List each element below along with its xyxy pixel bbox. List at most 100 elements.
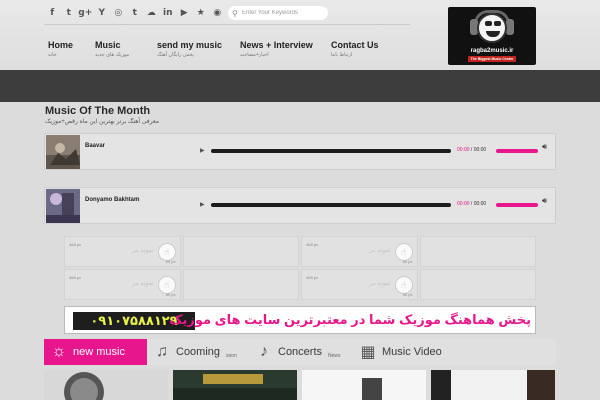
nav-item-sub: ارتباط باما — [331, 52, 353, 58]
volume-bar[interactable] — [496, 203, 538, 207]
search-box: ⚲ — [228, 6, 328, 20]
music-note-icon: ♪ — [260, 343, 268, 360]
sun-icon: ☼ — [51, 343, 67, 360]
ad-size-height: 468 px — [69, 275, 82, 280]
nav-item-music[interactable]: Music موزیک های جدید — [95, 40, 157, 58]
ad-size-width: 60 px — [402, 292, 413, 297]
logo-eye-left — [485, 21, 492, 26]
facebook-icon[interactable]: f — [44, 6, 61, 20]
logo-eye-right — [494, 21, 501, 26]
music-thumbnail[interactable] — [173, 370, 297, 400]
track-title: Baavar — [85, 143, 106, 149]
ad-placeholder[interactable] — [182, 269, 299, 300]
music-thumbnail[interactable] — [44, 370, 168, 400]
track-time: 00:00 / 00:00 — [457, 201, 486, 207]
ad-placeholder[interactable] — [419, 236, 536, 267]
promo-banner[interactable]: ۰۹۱۰۷۵۸۸۱۲۹ پخش هماهنگ موزیک شما در معتب… — [64, 306, 536, 334]
yahoo-icon[interactable]: Y — [94, 6, 111, 20]
play-icon[interactable]: ▶ — [200, 201, 205, 208]
nav-item-sub: اخبار+مصاحبه — [240, 52, 269, 58]
track-thumbnail — [46, 135, 80, 169]
section-subtitle: معرفی آهنگ برتر بهترین این ماه رقص+موزیک — [45, 119, 160, 125]
tab-label: Music Video — [382, 346, 442, 358]
nav-item-sub: خانه — [48, 52, 57, 58]
instagram-icon[interactable]: ◎ — [110, 6, 127, 20]
rss-icon[interactable]: ◉ — [209, 6, 226, 20]
tumblr-icon[interactable]: t — [127, 6, 144, 20]
time-current: 00:00 — [457, 147, 470, 153]
logo-tagline: The Biggest Music Center — [468, 56, 516, 62]
header-divider — [44, 24, 410, 25]
music-tabs: ☼ new music ♫ Cooming soon ♪ Concerts Ne… — [44, 339, 556, 365]
tab-label: Concerts — [278, 346, 323, 358]
google-plus-icon[interactable]: g+ — [77, 6, 94, 20]
track-thumbnail — [46, 189, 80, 223]
twitter-icon[interactable]: t — [61, 6, 78, 20]
time-total: 00:00 — [473, 147, 487, 153]
youtube-icon[interactable]: ▶ — [176, 6, 193, 20]
section-title: Music Of The Month — [45, 105, 151, 117]
ad-text: نمونه بنر — [368, 248, 391, 254]
ad-size-height: 468 px — [69, 242, 82, 247]
nav-item-news-interview[interactable]: News + Interview اخبار+مصاحبه — [240, 40, 331, 58]
soundcloud-icon[interactable]: ☁ — [143, 6, 160, 20]
audio-player: Donyamo Bakhtam ▶ 00:00 / 00:00 🔊︎ — [44, 187, 556, 224]
main-nav: Home خانه Music موزیک های جدید send my m… — [48, 40, 391, 58]
ad-size-width: 60 px — [165, 259, 176, 264]
volume-bar[interactable] — [496, 149, 538, 153]
nav-item-contact-us[interactable]: Contact Us ارتباط باما — [331, 40, 391, 58]
play-icon[interactable]: ▶ — [200, 147, 205, 154]
star-icon[interactable]: ★ — [193, 6, 210, 20]
ad-text: نمونه بنر — [131, 248, 154, 254]
promo-message: پخش هماهنگ موزیک شما در معتبرترین سایت ه… — [169, 312, 531, 327]
linkedin-icon[interactable]: in — [160, 6, 177, 20]
progress-bar[interactable] — [211, 203, 451, 207]
ad-size-height: 468 px — [306, 242, 319, 247]
audio-player: Baavar ▶ 00:00 / 00:00 🔊︎ — [44, 133, 556, 170]
search-icon[interactable]: ⚲ — [232, 9, 242, 18]
tab-cooming-soon[interactable]: ♫ Cooming soon — [147, 339, 249, 365]
social-icons-bar: f t g+ Y ◎ t ☁ in ▶ ★ ◉ — [44, 6, 226, 20]
nav-item-label: send my music — [157, 40, 223, 50]
time-total: 00:00 — [473, 201, 487, 207]
nav-item-send-my-music[interactable]: send my music پخش رایگان آهنگ — [157, 40, 240, 58]
tab-music-video[interactable]: ▦ Music Video — [353, 339, 448, 365]
ad-size-width: 60 px — [165, 292, 176, 297]
ad-placeholder[interactable]: 468 px نمونه بنر ☝ 60 px — [301, 269, 418, 300]
tab-new-music[interactable]: ☼ new music — [44, 339, 147, 365]
site-logo[interactable]: ragba2music.ir The Biggest Music Center — [448, 7, 536, 65]
nav-item-sub: پخش رایگان آهنگ — [157, 52, 194, 58]
ad-placeholder[interactable]: 468 px نمونه بنر ☝ 60 px — [64, 269, 181, 300]
progress-bar[interactable] — [211, 149, 451, 153]
nav-item-label: Contact Us — [331, 40, 379, 50]
ad-banner-grid: 468 px نمونه بنر ☝ 60 px 468 px نمونه بن… — [64, 236, 536, 300]
music-thumbnail[interactable] — [302, 370, 426, 400]
logo-face — [477, 13, 507, 43]
ad-placeholder[interactable]: 468 px نمونه بنر ☝ 60 px — [301, 236, 418, 267]
ad-size-width: 60 px — [402, 259, 413, 264]
nav-item-label: Home — [48, 40, 74, 50]
music-thumbnail[interactable] — [431, 370, 555, 400]
tab-concerts-news[interactable]: ♪ Concerts News — [249, 339, 353, 365]
headphone-right — [506, 19, 514, 35]
ad-text: نمونه بنر — [368, 281, 391, 287]
film-icon: ▦ — [360, 344, 376, 361]
ad-text: نمونه بنر — [131, 281, 154, 287]
ad-placeholder[interactable] — [419, 269, 536, 300]
tab-label: new music — [73, 346, 125, 358]
volume-icon[interactable]: 🔊︎ — [542, 196, 547, 206]
track-title: Donyamo Bakhtam — [85, 197, 140, 203]
tab-label: Cooming — [176, 346, 221, 358]
volume-icon[interactable]: 🔊︎ — [542, 142, 547, 152]
search-input[interactable] — [242, 10, 326, 16]
logo-site-name: ragba2music.ir — [470, 48, 514, 54]
time-current: 00:00 — [457, 201, 470, 207]
ad-size-height: 468 px — [306, 275, 319, 280]
nav-item-sub: موزیک های جدید — [95, 52, 130, 58]
ad-placeholder[interactable]: 468 px نمونه بنر ☝ 60 px — [64, 236, 181, 267]
nav-item-home[interactable]: Home خانه — [48, 40, 95, 58]
site-header: f t g+ Y ◎ t ☁ in ▶ ★ ◉ ⚲ Home خانه Musi… — [0, 0, 600, 70]
tab-sublabel: soon — [226, 353, 237, 359]
ad-placeholder[interactable] — [182, 236, 299, 267]
nav-item-label: News + Interview — [240, 40, 313, 50]
